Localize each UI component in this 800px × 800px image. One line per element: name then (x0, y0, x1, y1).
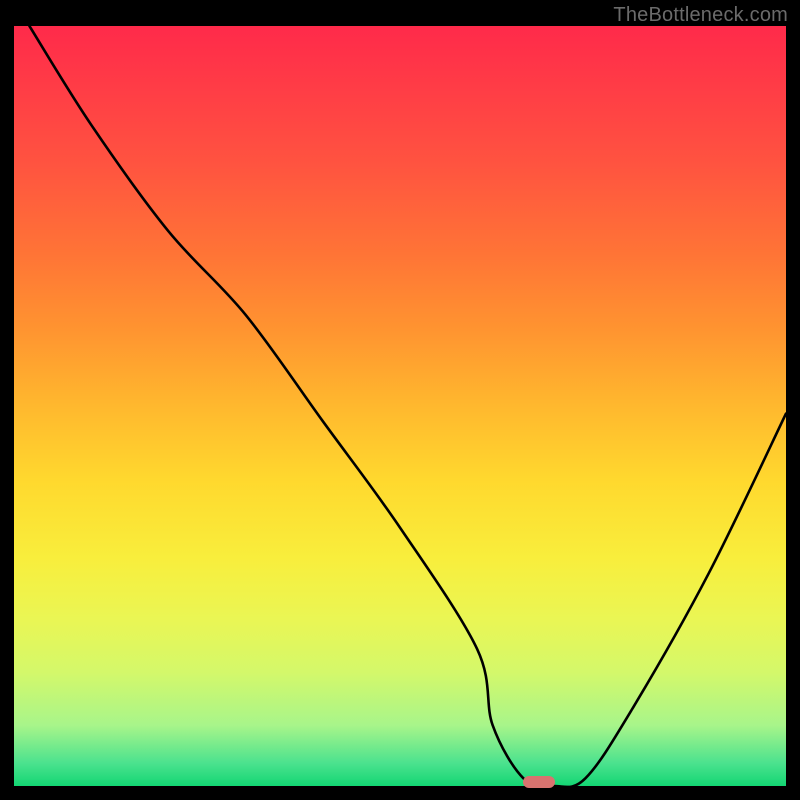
watermark-text: TheBottleneck.com (613, 4, 788, 27)
plot-area (14, 26, 786, 786)
curve-path (29, 26, 786, 786)
optimum-marker (523, 776, 555, 788)
bottleneck-curve (14, 26, 786, 786)
chart-frame: TheBottleneck.com (0, 0, 800, 800)
